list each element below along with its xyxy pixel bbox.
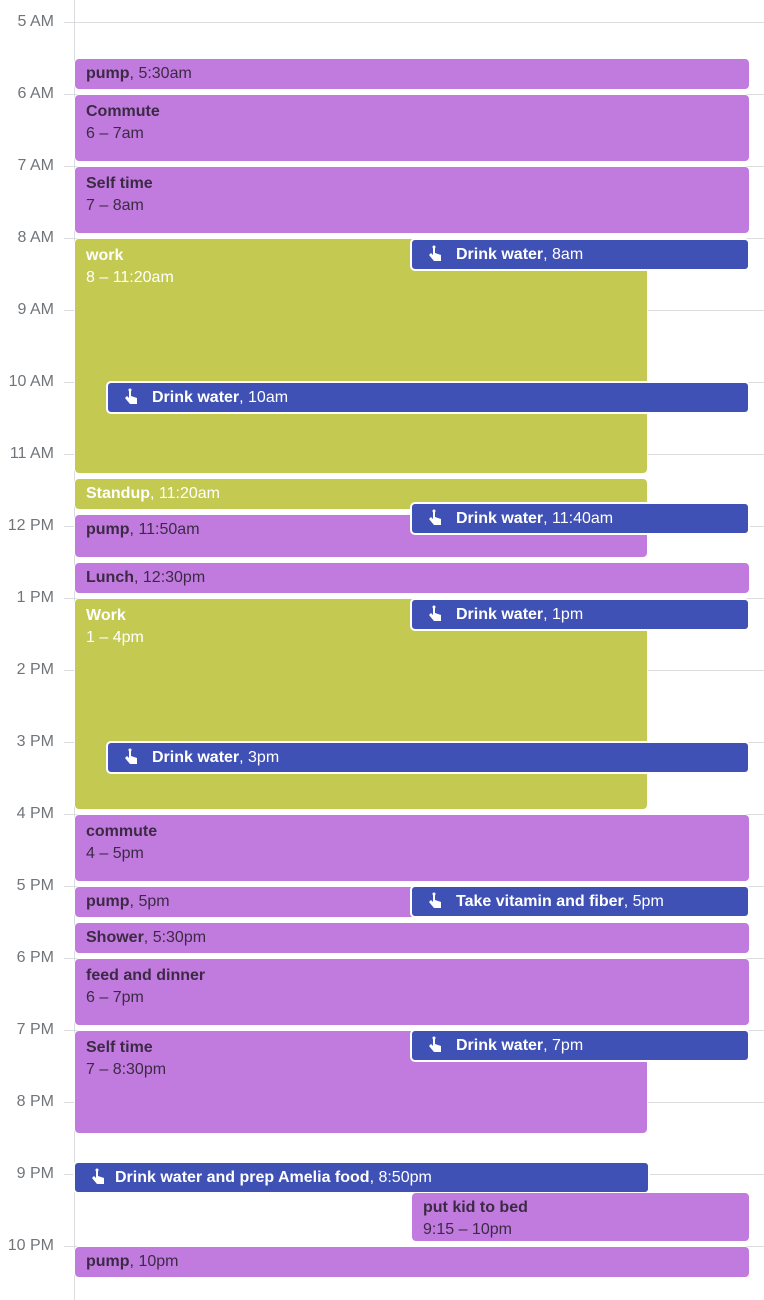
event-time: 7 – 8am — [86, 197, 144, 214]
hour-label: 5 PM — [16, 877, 54, 894]
event-self-time[interactable]: Self time 7 – 8am — [74, 166, 750, 234]
event-commute[interactable]: Commute 6 – 7am — [74, 94, 750, 162]
hour-label: 8 AM — [17, 229, 54, 246]
event-title: Drink water and prep Amelia food — [115, 1168, 370, 1186]
event-shower[interactable]: Shower, 5:30pm — [74, 922, 750, 954]
event-title: Commute — [86, 103, 160, 120]
event-lunch[interactable]: Lunch, 12:30pm — [74, 562, 750, 594]
event-time: 7pm — [552, 1036, 584, 1054]
hour-label: 8 PM — [16, 1093, 54, 1110]
event-title: pump — [86, 521, 130, 538]
hour-label: 10 AM — [8, 373, 54, 390]
event-time: 9:15 – 10pm — [423, 1221, 512, 1238]
event-title: Drink water — [152, 748, 240, 766]
day-grid: 5 AM 6 AM 7 AM 8 AM 9 AM 10 AM 11 AM 12 … — [0, 0, 764, 1300]
task-icon — [429, 892, 441, 908]
event-time: 5pm — [632, 892, 664, 910]
task-drink-water[interactable]: Drink water, 7pm — [410, 1029, 750, 1062]
event-time: 4 – 5pm — [86, 845, 144, 862]
task-take-vitamin[interactable]: Take vitamin and fiber, 5pm — [410, 885, 750, 918]
hour-label: 2 PM — [16, 661, 54, 678]
event-title: Lunch — [86, 569, 134, 586]
task-icon — [125, 748, 137, 764]
event-title: Drink water — [456, 245, 544, 263]
event-pump[interactable]: pump, 10pm — [74, 1246, 750, 1278]
event-title: Shower — [86, 929, 144, 946]
task-drink-water[interactable]: Drink water, 10am — [106, 381, 750, 414]
task-drink-water[interactable]: Drink water, 8am — [410, 238, 750, 271]
event-title: Drink water — [456, 509, 544, 527]
event-work[interactable]: work 8 – 11:20am — [74, 238, 648, 474]
event-title: Take vitamin and fiber — [456, 892, 624, 910]
event-time: 5pm — [138, 893, 170, 910]
task-drink-water[interactable]: Drink water, 11:40am — [410, 502, 750, 535]
event-time: 6 – 7pm — [86, 989, 144, 1006]
hour-label: 9 PM — [16, 1165, 54, 1182]
event-time: 8:50pm — [378, 1168, 432, 1186]
hour-gridline — [64, 22, 764, 23]
hour-label: 5 AM — [17, 13, 54, 30]
hour-label: 7 AM — [17, 157, 54, 174]
event-feed-and-dinner[interactable]: feed and dinner 6 – 7pm — [74, 958, 750, 1026]
task-icon — [125, 388, 137, 404]
event-time: 6 – 7am — [86, 125, 144, 142]
event-time: 7 – 8:30pm — [86, 1061, 167, 1078]
task-icon — [429, 605, 441, 621]
hour-label: 6 AM — [17, 85, 54, 102]
task-drink-water[interactable]: Drink water, 3pm — [106, 741, 750, 774]
event-title: pump — [86, 893, 130, 910]
task-icon — [429, 1036, 441, 1052]
hour-label: 12 PM — [7, 517, 54, 534]
event-title: Drink water — [456, 1036, 544, 1054]
hour-label: 10 PM — [7, 1237, 54, 1254]
event-time: 12:30pm — [142, 569, 206, 586]
hour-label: 4 PM — [16, 805, 54, 822]
event-title: put kid to bed — [423, 1199, 528, 1216]
event-title: Drink water — [456, 605, 544, 623]
task-drink-water[interactable]: Drink water, 1pm — [410, 598, 750, 631]
event-time: 1pm — [552, 605, 584, 623]
hour-label: 3 PM — [16, 733, 54, 750]
event-commute[interactable]: commute 4 – 5pm — [74, 814, 750, 882]
hour-label: 1 PM — [16, 589, 54, 606]
event-title: feed and dinner — [86, 967, 206, 984]
event-title: Standup — [86, 485, 150, 502]
event-title: Drink water — [152, 388, 240, 406]
hour-label: 11 AM — [9, 445, 54, 462]
event-time: 5:30pm — [152, 929, 207, 946]
event-time: 10pm — [138, 1253, 179, 1270]
event-title: commute — [86, 823, 158, 840]
hour-label: 6 PM — [16, 949, 54, 966]
task-icon — [92, 1168, 104, 1184]
task-icon — [429, 245, 441, 261]
event-time: 10am — [248, 388, 289, 406]
hour-label: 7 PM — [16, 1021, 54, 1038]
event-time: 5:30am — [138, 65, 192, 82]
event-title: pump — [86, 1253, 130, 1270]
task-drink-water-prep-food[interactable]: Drink water and prep Amelia food, 8:50pm — [73, 1161, 650, 1194]
event-time: 11:40am — [552, 509, 614, 527]
task-icon — [429, 509, 441, 525]
hour-label: 9 AM — [17, 301, 54, 318]
event-pump[interactable]: pump, 5:30am — [74, 58, 750, 90]
event-time: 11:20am — [158, 485, 220, 502]
event-time: 11:50am — [138, 521, 200, 538]
event-put-kid-to-bed[interactable]: put kid to bed 9:15 – 10pm — [411, 1192, 750, 1242]
event-title: pump — [86, 65, 130, 82]
event-title: Self time — [86, 175, 153, 192]
event-time: 3pm — [248, 748, 280, 766]
event-time: 8am — [552, 245, 584, 263]
